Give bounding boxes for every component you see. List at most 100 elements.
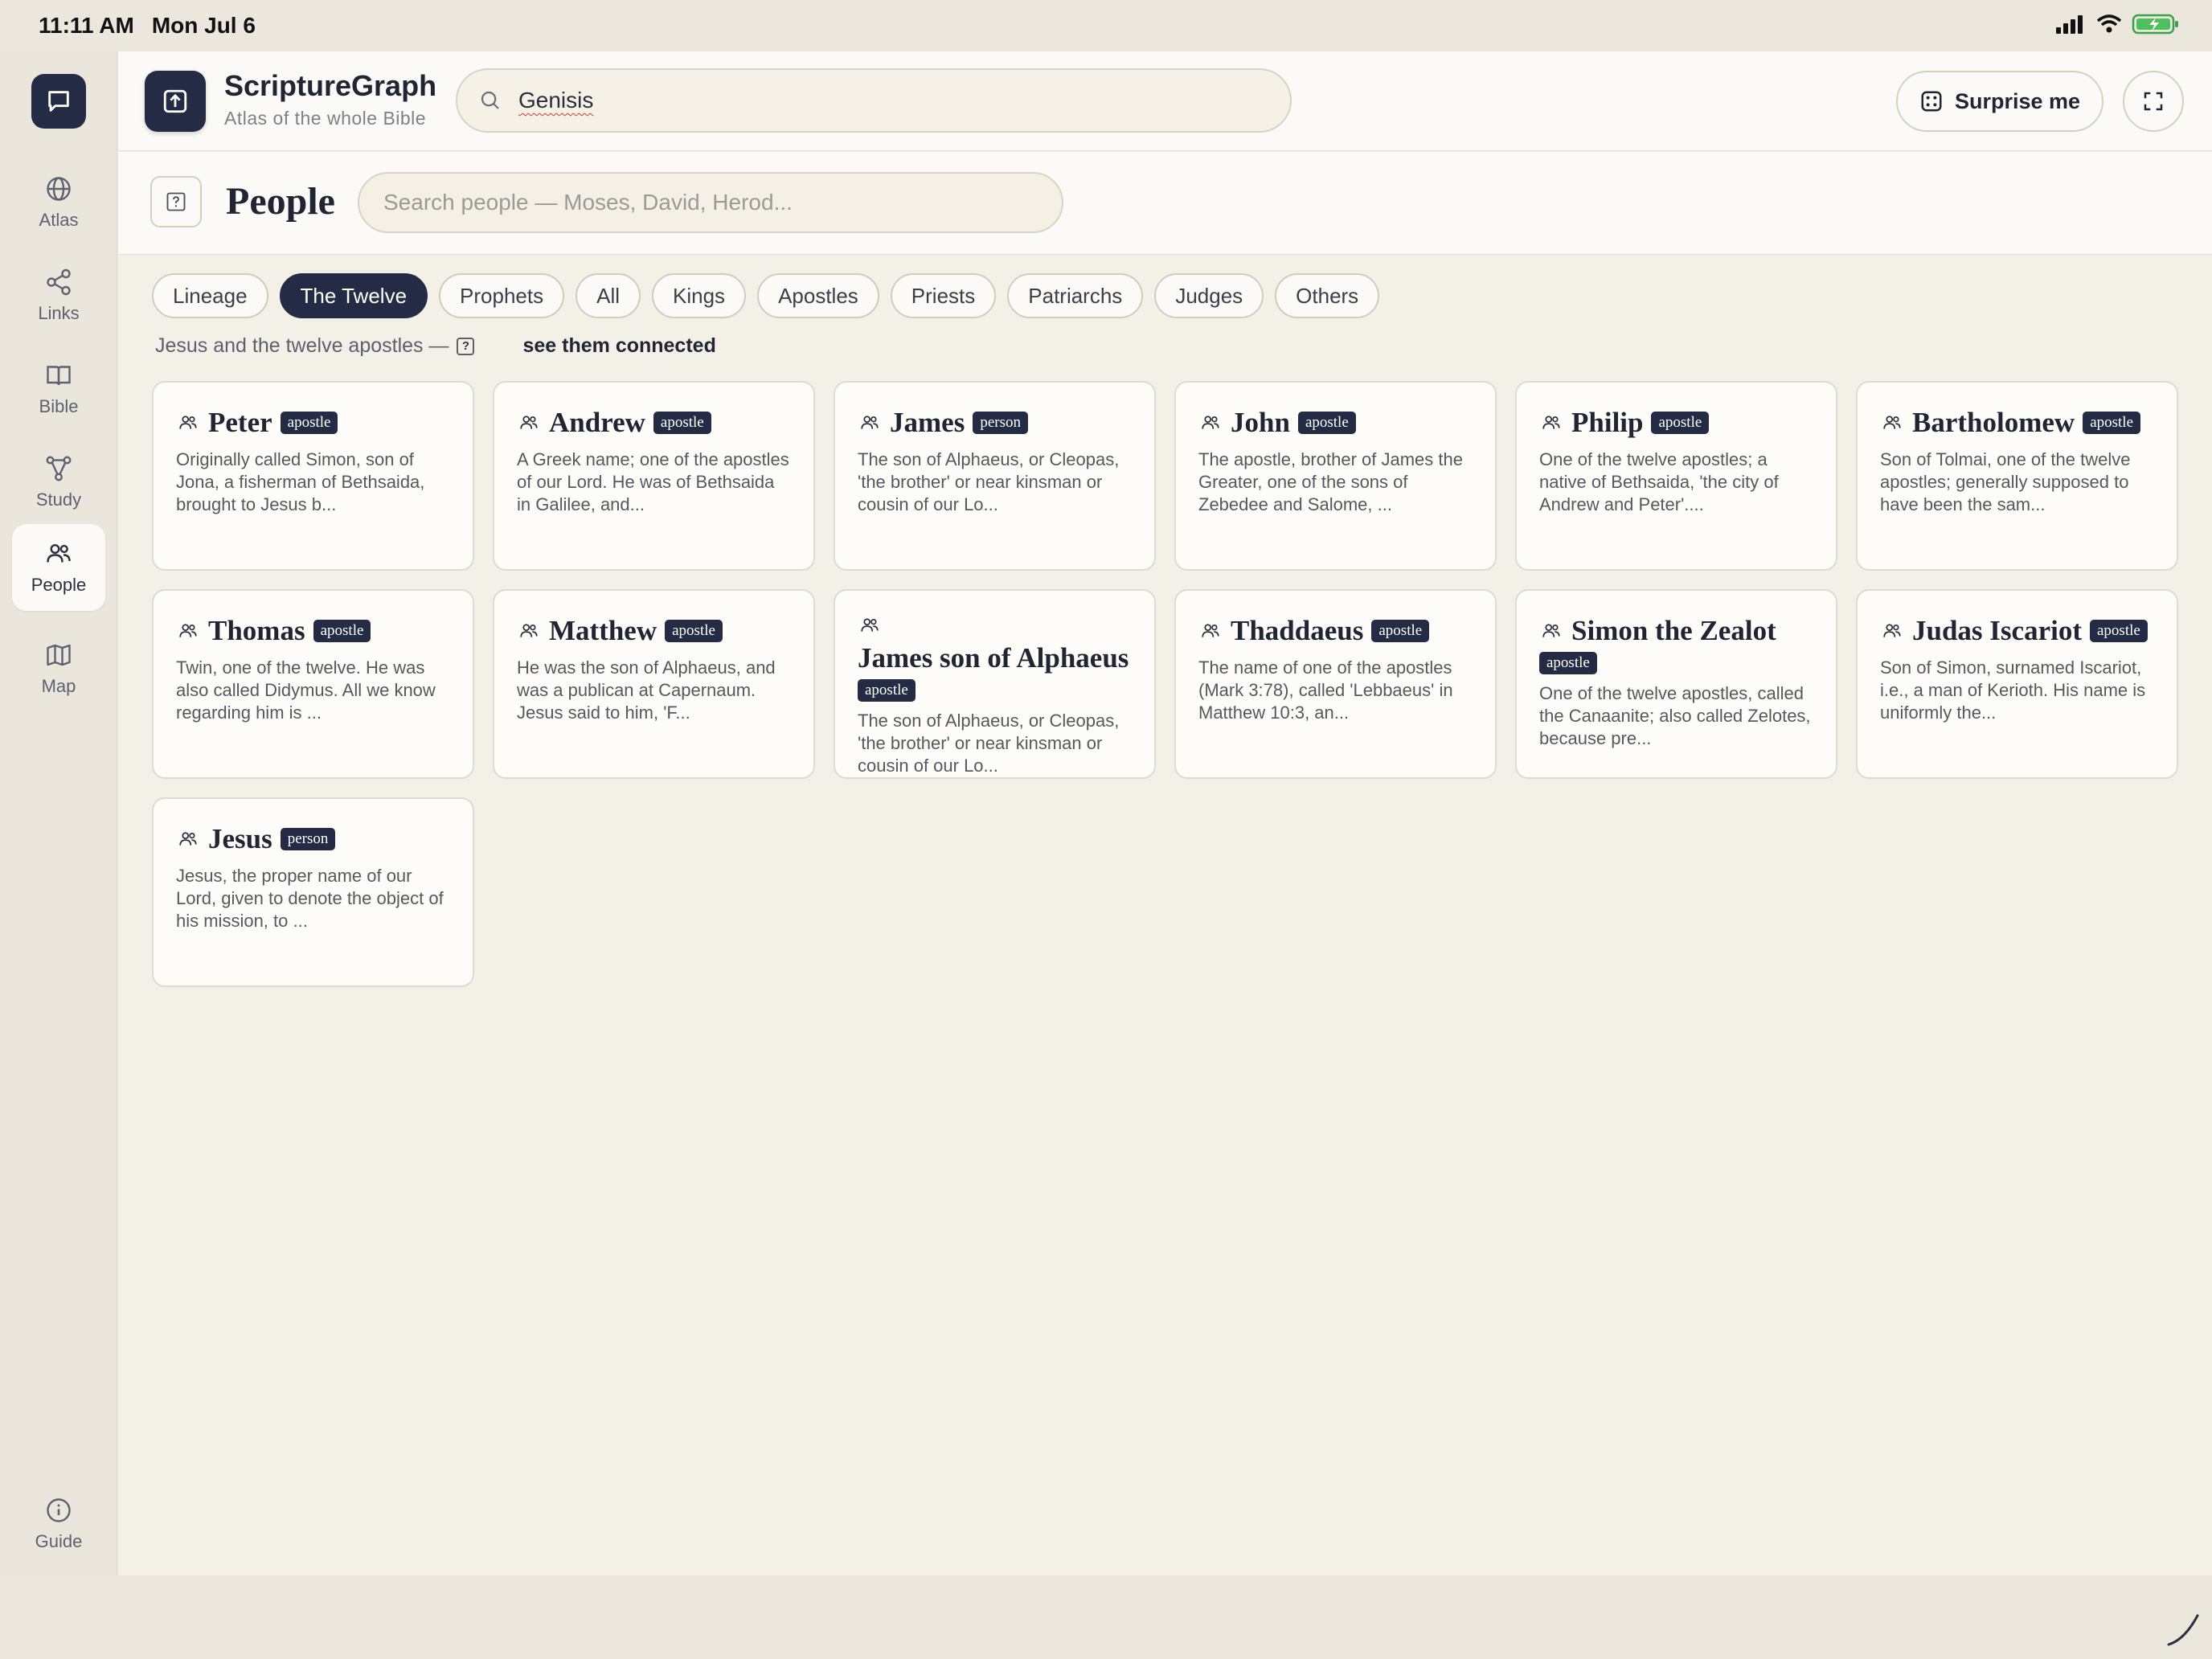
person-icon (176, 411, 200, 435)
rail-item-links[interactable]: Links (12, 252, 105, 339)
role-badge: apostle (653, 412, 711, 434)
person-icon (1880, 619, 1904, 643)
surprise-me-label: Surprise me (1954, 88, 2081, 113)
person-card[interactable]: Thomas apostle Twin, one of the twelve. H… (152, 589, 474, 779)
chip-patriarchs[interactable]: Patriarchs (1007, 273, 1144, 318)
rail-label-guide: Guide (35, 1531, 83, 1551)
app-logo-button[interactable] (145, 71, 206, 132)
person-card[interactable]: Peter apostle Originally called Simon, so… (152, 381, 474, 571)
person-name: Thaddaeus (1231, 615, 1364, 646)
page-title: People (226, 180, 335, 223)
person-icon (176, 619, 200, 643)
person-card[interactable]: Thaddaeus apostle The name of one of the … (1174, 589, 1497, 779)
person-description: He was the son of Alphaeus, and was a pu… (517, 657, 776, 723)
chip-kings[interactable]: Kings (652, 273, 747, 318)
person-icon (858, 411, 882, 435)
info-icon (47, 1498, 71, 1522)
rail-item-map[interactable]: Map (12, 625, 105, 712)
person-description: Twin, one of the twelve. He was also cal… (176, 657, 436, 723)
person-icon (1198, 411, 1223, 435)
person-name: Matthew (549, 615, 657, 646)
rail-label-map: Map (41, 676, 76, 696)
people-search-input[interactable]: Search people — Moses, David, Herod... (358, 172, 1063, 233)
person-name: James (890, 407, 965, 438)
chip-prophets[interactable]: Prophets (439, 273, 565, 318)
role-badge: apostle (1371, 620, 1430, 642)
person-description: The son of Alphaeus, or Cleopas, 'the br… (858, 449, 1120, 514)
wifi-icon (2096, 14, 2122, 33)
resize-handle-icon[interactable] (2162, 1608, 2202, 1648)
help-button[interactable] (150, 176, 202, 227)
group-description-text: Jesus and the twelve apostles — (155, 334, 449, 357)
signal-icon (2056, 15, 2083, 34)
person-card[interactable]: Andrew apostle A Greek name; one of the a… (493, 381, 815, 571)
main-content: ScriptureGraph Atlas of the whole Bible … (118, 51, 2212, 1575)
people-header: People Search people — Moses, David, Her… (118, 152, 2212, 255)
chat-button[interactable] (31, 74, 86, 129)
chip-lineage[interactable]: Lineage (152, 273, 268, 318)
chip-apostles[interactable]: Apostles (757, 273, 879, 318)
role-badge: apostle (2090, 620, 2148, 642)
bottom-band (0, 1575, 2212, 1659)
fullscreen-button[interactable] (2123, 71, 2184, 132)
rail-item-study[interactable]: Study (12, 439, 105, 526)
global-search-value: Genisis (518, 88, 594, 113)
person-card[interactable]: John apostle The apostle, brother of Jame… (1174, 381, 1497, 571)
person-icon (1539, 619, 1563, 643)
rail-item-bible[interactable]: Bible (12, 346, 105, 432)
person-name: Judas Iscariot (1912, 615, 2082, 646)
rail-item-guide[interactable]: Guide (12, 1481, 105, 1567)
role-badge: person (280, 828, 336, 850)
role-badge: apostle (1297, 412, 1356, 434)
person-card[interactable]: Judas Iscariot apostle Son of Simon, surn… (1856, 589, 2178, 779)
role-badge: person (973, 412, 1028, 434)
person-description: Originally called Simon, son of Jona, a … (176, 449, 425, 514)
status-time: 11:11 AM (39, 13, 134, 38)
rail-label-atlas: Atlas (39, 210, 79, 230)
person-name: James son of Alphaeus (858, 642, 1129, 674)
search-icon (481, 91, 499, 109)
upload-square-icon (163, 89, 187, 113)
rail-label-people: People (31, 575, 87, 595)
person-card[interactable]: Bartholomew apostle Son of Tolmai, one of… (1856, 381, 2178, 571)
role-badge: apostle (280, 412, 338, 434)
person-description: Son of Tolmai, one of the twelve apostle… (1880, 449, 2131, 514)
share-icon (47, 268, 71, 296)
rail-item-people[interactable]: People (12, 524, 105, 611)
person-card[interactable]: James person The son of Alphaeus, or Cleo… (834, 381, 1156, 571)
role-badge: apostle (665, 620, 723, 642)
person-icon (1539, 411, 1563, 435)
filter-chips: Lineage The Twelve Prophets All Kings Ap… (152, 273, 1380, 318)
left-rail: Atlas Links Bible Study People Map Guide (0, 51, 117, 1575)
see-connected-link[interactable]: see them connected (522, 334, 715, 358)
graph-icon (46, 456, 72, 481)
chip-priests[interactable]: Priests (890, 273, 997, 318)
status-bar: 11:11 AM Mon Jul 6 (0, 0, 2212, 51)
person-card[interactable]: Jesus person Jesus, the proper name of ou… (152, 797, 474, 987)
person-card[interactable]: Philip apostle One of the twelve apostles… (1515, 381, 1837, 571)
role-badge: apostle (1651, 412, 1710, 434)
question-icon: ? (457, 337, 475, 355)
person-description: One of the twelve apostles, called the C… (1539, 683, 1811, 748)
person-icon (517, 411, 541, 435)
chat-icon (48, 91, 69, 112)
person-card[interactable]: Simon the Zealot apostle One of the twelv… (1515, 589, 1837, 779)
surprise-me-button[interactable]: Surprise me (1896, 71, 2103, 132)
person-description: The name of one of the apostles (Mark 3:… (1198, 657, 1453, 723)
person-card[interactable]: Matthew apostle He was the son of Alphaeu… (493, 589, 815, 779)
chip-others[interactable]: Others (1275, 273, 1380, 318)
person-description: One of the twelve apostles; a native of … (1539, 449, 1779, 514)
chip-the-twelve[interactable]: The Twelve (279, 273, 428, 318)
status-icons (2054, 13, 2180, 35)
person-description: The son of Alphaeus, or Cleopas, 'the br… (858, 711, 1120, 776)
global-search-input[interactable]: Genisis (456, 68, 1292, 133)
question-icon (166, 192, 186, 211)
dice-icon (1921, 91, 1942, 112)
person-name: Peter (208, 407, 272, 438)
person-description: A Greek name; one of the apostles of our… (517, 449, 789, 514)
chip-judges[interactable]: Judges (1154, 273, 1264, 318)
chip-all[interactable]: All (576, 273, 641, 318)
rail-item-atlas[interactable]: Atlas (12, 159, 105, 246)
person-card[interactable]: James son of Alphaeus apostle The son of … (834, 589, 1156, 779)
role-badge: apostle (858, 679, 916, 702)
